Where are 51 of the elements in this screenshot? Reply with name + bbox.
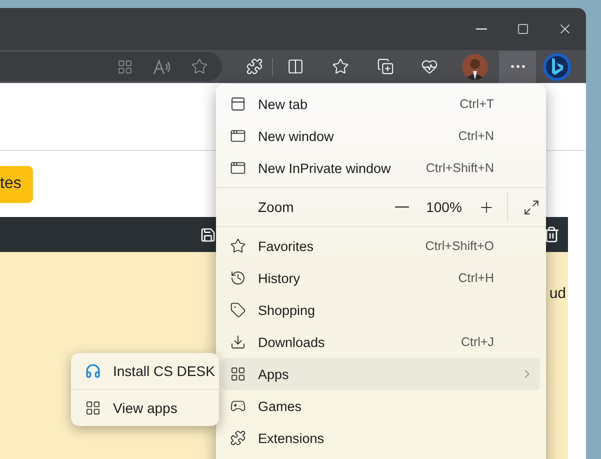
apps-icon — [85, 400, 101, 416]
avatar-figure-icon — [462, 54, 488, 80]
shortcut-text: Ctrl+T — [460, 97, 494, 111]
copy-plus-icon — [376, 58, 394, 75]
expand-icon — [522, 198, 540, 216]
headset-icon — [85, 363, 101, 379]
split-screen-icon — [286, 58, 304, 75]
page-button[interactable]: tes — [0, 166, 34, 202]
trash-icon[interactable] — [543, 226, 560, 243]
shortcut-text: Ctrl+Shift+N — [426, 161, 494, 175]
puzzle-icon — [230, 430, 246, 446]
bing-logo — [542, 52, 572, 82]
shortcut-text: Ctrl+J — [461, 335, 494, 349]
apps-icon — [230, 366, 246, 382]
puzzle-icon — [246, 58, 262, 75]
favorites-icon — [230, 238, 246, 254]
address-bar[interactable] — [0, 52, 222, 81]
submenu-item[interactable]: Install CS DESK — [71, 353, 219, 389]
menu-item[interactable]: New window Ctrl+N — [222, 120, 540, 152]
apps-icon[interactable] — [117, 58, 133, 74]
menu-item[interactable]: Favorites Ctrl+Shift+O — [222, 230, 540, 262]
minimize-icon — [476, 28, 486, 30]
menu-item[interactable]: History Ctrl+H — [222, 262, 540, 294]
shortcut-text: Ctrl+N — [458, 129, 494, 143]
read-aloud-icon[interactable] — [153, 58, 171, 74]
gamepad-icon — [230, 398, 246, 414]
shortcut-text: Ctrl+H — [458, 271, 494, 285]
save-icon[interactable] — [200, 226, 216, 242]
more-icon — [510, 65, 524, 68]
tag-icon — [230, 302, 246, 318]
favorite-star-icon[interactable] — [191, 58, 208, 75]
window-icon — [230, 128, 246, 144]
menu-item[interactable]: Downloads Ctrl+J — [222, 326, 540, 358]
minus-icon — [395, 206, 409, 208]
menu-item[interactable]: New InPrivate window Ctrl+Shift+N — [222, 152, 540, 184]
zoom-value: 100% — [425, 199, 463, 215]
page-text: ud — [549, 285, 566, 303]
menu-item[interactable]: Shopping — [222, 294, 540, 326]
submenu-item[interactable]: View apps — [71, 389, 219, 426]
menu-item[interactable]: Games — [222, 390, 540, 422]
menu-item[interactable]: New tab Ctrl+T — [222, 88, 540, 120]
download-icon — [230, 334, 246, 350]
menu-item[interactable]: Apps — [222, 358, 540, 390]
shortcut-text: Ctrl+Shift+O — [425, 239, 494, 253]
menu-item[interactable]: Extensions — [222, 422, 540, 454]
star-icon — [332, 58, 348, 75]
tab-icon — [230, 96, 246, 112]
history-icon — [230, 270, 246, 286]
zoom-label: Zoom — [258, 199, 295, 215]
heart-pulse-icon — [420, 58, 438, 75]
maximize-icon — [517, 23, 529, 35]
